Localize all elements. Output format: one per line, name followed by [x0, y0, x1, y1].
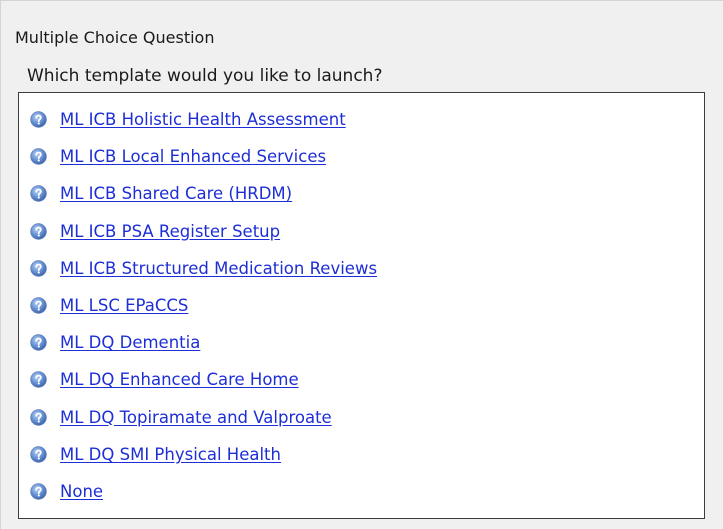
options-list: ML ICB Holistic Health Assessment ML ICB…: [19, 101, 704, 510]
option-link[interactable]: ML ICB PSA Register Setup: [60, 222, 280, 241]
options-list-box: ML ICB Holistic Health Assessment ML ICB…: [18, 92, 705, 519]
help-icon: [30, 260, 47, 277]
help-icon: [30, 148, 47, 165]
option-ml-lsc-epaccs[interactable]: ML LSC EPaCCS: [19, 287, 704, 324]
help-icon: [30, 185, 47, 203]
option-link[interactable]: ML LSC EPaCCS: [60, 296, 188, 315]
help-icon: [30, 222, 47, 240]
help-icon: [30, 483, 47, 500]
option-link[interactable]: ML DQ SMI Physical Health: [60, 445, 281, 464]
option-ml-icb-local-enhanced-services[interactable]: ML ICB Local Enhanced Services: [19, 138, 704, 175]
option-link[interactable]: ML DQ Dementia: [60, 333, 200, 352]
option-link[interactable]: ML DQ Enhanced Care Home: [60, 370, 299, 389]
help-icon: [30, 371, 47, 389]
multiple-choice-dialog: Multiple Choice Question Which template …: [0, 0, 723, 529]
question-prompt: Which template would you like to launch?: [27, 66, 383, 86]
option-link[interactable]: ML DQ Topiramate and Valproate: [60, 408, 332, 427]
option-ml-icb-shared-care-hrdm[interactable]: ML ICB Shared Care (HRDM): [19, 175, 704, 212]
option-ml-icb-structured-medication-reviews[interactable]: ML ICB Structured Medication Reviews: [19, 250, 704, 287]
option-ml-icb-holistic-health-assessment[interactable]: ML ICB Holistic Health Assessment: [19, 101, 704, 138]
option-ml-dq-smi-physical-health[interactable]: ML DQ SMI Physical Health: [19, 436, 704, 473]
option-link[interactable]: None: [60, 482, 103, 501]
dialog-title: Multiple Choice Question: [15, 28, 215, 47]
help-icon: [30, 111, 47, 128]
help-icon: [30, 297, 47, 314]
help-icon: [30, 408, 47, 426]
option-ml-dq-dementia[interactable]: ML DQ Dementia: [19, 324, 704, 361]
option-link[interactable]: ML ICB Shared Care (HRDM): [60, 184, 292, 203]
option-link[interactable]: ML ICB Structured Medication Reviews: [60, 259, 377, 278]
help-icon: [30, 446, 47, 463]
option-ml-dq-topiramate-and-valproate[interactable]: ML DQ Topiramate and Valproate: [19, 399, 704, 436]
option-ml-icb-psa-register-setup[interactable]: ML ICB PSA Register Setup: [19, 213, 704, 250]
option-ml-dq-enhanced-care-home[interactable]: ML DQ Enhanced Care Home: [19, 361, 704, 398]
option-link[interactable]: ML ICB Holistic Health Assessment: [60, 110, 346, 129]
option-none[interactable]: None: [19, 473, 704, 510]
option-link[interactable]: ML ICB Local Enhanced Services: [60, 147, 326, 166]
help-icon: [30, 334, 47, 351]
